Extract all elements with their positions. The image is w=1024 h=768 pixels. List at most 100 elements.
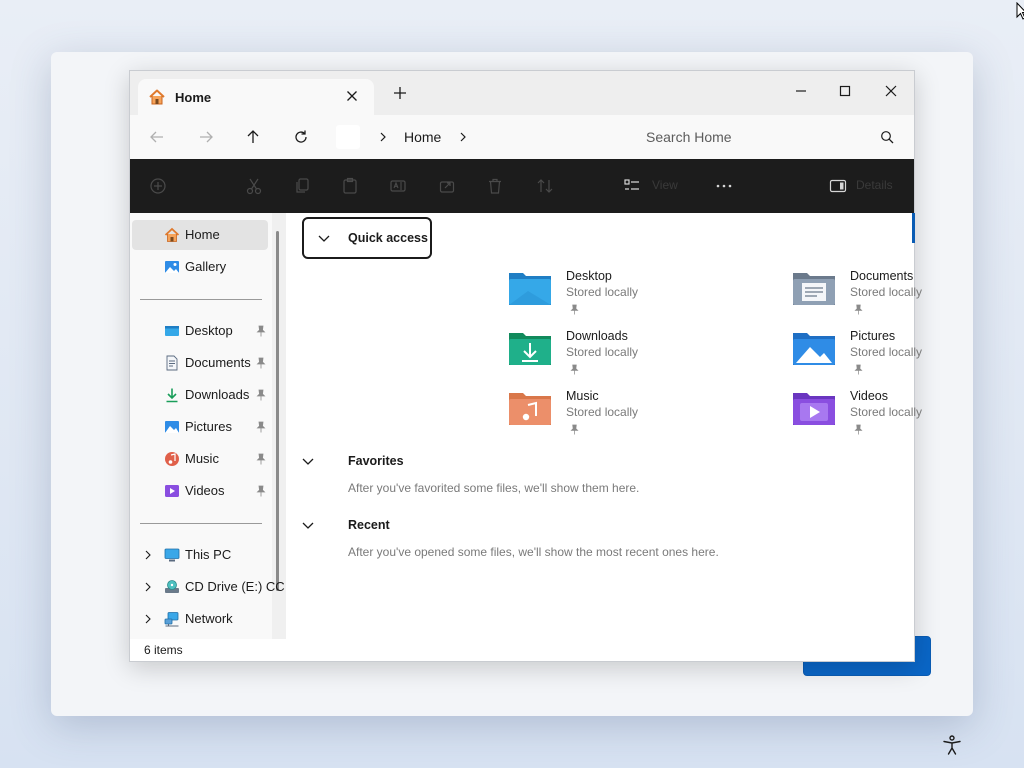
close-icon [885,85,897,97]
details-pane-icon [829,179,847,193]
pin-icon[interactable] [256,325,266,337]
sort-button[interactable] [535,176,555,196]
sidebar-divider [140,523,262,524]
up-button[interactable] [241,125,265,149]
address-row: Home [130,115,914,159]
gallery-icon [165,261,179,273]
view-label[interactable]: View [652,178,678,192]
chevron-down-icon [302,458,314,465]
search-box[interactable] [638,121,904,153]
quick-access-name: Desktop [566,269,612,283]
sidebar-item-downloads[interactable]: Downloads [132,380,268,410]
sort-icon [537,179,553,193]
navigation-pane: Home Gallery Desktop Documents Downloads… [130,213,286,639]
new-tab-icon[interactable] [392,85,408,101]
quick-access-location: Stored locally [566,285,639,299]
quick-access-item-downloads[interactable]: Downloads Stored locally [508,329,768,385]
sidebar-item-desktop[interactable]: Desktop [132,316,268,346]
search-icon[interactable] [880,130,894,144]
desktop-folder-icon [509,273,551,305]
refresh-button[interactable] [289,125,313,149]
quick-access-item-pictures[interactable]: Pictures Stored locally [792,329,1024,385]
sidebar-item-label: Gallery [185,259,227,274]
address-bar[interactable]: Home [332,121,628,153]
chevron-down-icon [318,235,330,242]
close-window-button[interactable] [868,77,914,105]
refresh-icon [295,130,307,143]
sidebar-item-documents[interactable]: Documents [132,348,268,378]
sidebar-item-cd-drive[interactable]: CD Drive (E:) CC [132,572,285,602]
documents-icon [166,355,178,371]
status-bar: 6 items [130,639,914,661]
favorites-empty-message: After you've favorited some files, we'll… [348,481,640,495]
quick-access-name: Pictures [850,329,896,343]
pin-icon[interactable] [256,421,266,433]
chevron-right-icon[interactable] [144,582,152,592]
pin-icon [854,424,863,435]
new-button[interactable] [148,176,168,196]
title-bar: Home [130,71,914,115]
downloads-icon [166,388,178,403]
music-icon [165,452,179,466]
cut-button[interactable] [244,176,264,196]
details-pane-button[interactable] [828,176,848,196]
music-folder-icon [509,393,551,425]
sidebar-item-videos[interactable]: Videos [132,476,268,506]
close-tab-icon[interactable] [344,88,360,104]
view-button[interactable] [622,176,642,196]
pin-icon [570,304,579,315]
sidebar-item-home[interactable]: Home [132,220,268,250]
item-count: 6 items [144,643,183,657]
share-icon [439,181,455,193]
forward-button[interactable] [194,125,218,149]
sidebar-item-label: Videos [185,483,225,498]
pin-icon[interactable] [256,453,266,465]
pin-icon[interactable] [256,485,266,497]
sidebar-item-label: Music [185,451,219,466]
breadcrumb-home[interactable]: Home [404,129,441,145]
chevron-right-icon[interactable] [378,132,388,142]
recent-header[interactable]: Recent [286,509,486,541]
quick-access-location: Stored locally [566,405,639,419]
scissors-icon [246,178,262,195]
more-options-button[interactable] [714,176,734,196]
rename-button[interactable] [388,176,408,196]
quick-access-item-documents[interactable]: Documents Stored locally [792,269,1024,325]
chevron-right-icon[interactable] [458,132,468,142]
maximize-button[interactable] [822,77,868,105]
sidebar-scroll-track [272,213,286,639]
sidebar-item-network[interactable]: Network [132,604,268,634]
pin-icon[interactable] [256,357,266,369]
details-label[interactable]: Details [856,178,893,192]
search-input[interactable] [646,125,866,149]
share-button[interactable] [437,176,457,196]
chevron-right-icon[interactable] [144,550,152,560]
tab-home[interactable]: Home [138,79,374,115]
sidebar-item-this-pc[interactable]: This PC [132,540,268,570]
minimize-button[interactable] [778,77,824,105]
quick-access-item-desktop[interactable]: Desktop Stored locally [508,269,768,325]
pin-icon [854,304,863,315]
sidebar-item-music[interactable]: Music [132,444,268,474]
back-button[interactable] [145,125,169,149]
quick-access-item-videos[interactable]: Videos Stored locally [792,389,1024,445]
copy-button[interactable] [292,176,312,196]
trash-icon [489,178,501,194]
quick-access-location: Stored locally [850,285,923,299]
sidebar-item-label: CD Drive (E:) CC [185,579,285,594]
quick-access-name: Documents [850,269,914,283]
accessibility-icon[interactable] [940,733,964,757]
sidebar-item-pictures[interactable]: Pictures [132,412,268,442]
command-bar: View Details [130,159,914,213]
pictures-folder-icon [793,333,835,365]
sidebar-item-gallery[interactable]: Gallery [132,252,268,282]
sidebar-scrollbar[interactable] [276,231,279,591]
pin-icon[interactable] [256,389,266,401]
paste-button[interactable] [340,176,360,196]
chevron-right-icon[interactable] [144,614,152,624]
quick-access-header[interactable]: Quick access [302,217,432,259]
quick-access-item-music[interactable]: Music Stored locally [508,389,768,445]
breadcrumb-location-icon[interactable] [336,125,360,149]
delete-button[interactable] [485,176,505,196]
favorites-header[interactable]: Favorites [286,445,486,477]
